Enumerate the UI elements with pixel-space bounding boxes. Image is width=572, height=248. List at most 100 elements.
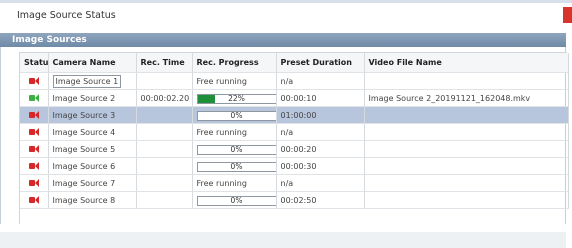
camera-icon [28,179,39,187]
rec-progress-text: Free running [196,76,247,86]
section-header: Image Sources [0,33,566,47]
preset-duration-cell: 00:02:50 [276,191,365,209]
status-cell [20,89,49,107]
camera-name: Image Source 3 [52,110,116,120]
rec-progress-bar: 22% [196,93,275,104]
preset-duration-cell: 00:00:10 [276,89,365,107]
video-file-name-cell [364,191,569,209]
camera-name-cell: Image Source 7 [48,174,137,192]
video-file-name-cell [364,72,569,90]
rec-progress-label: 0% [230,110,243,120]
rec-progress-text: Free running [196,127,247,137]
status-bar [0,232,566,248]
window-top-border [0,0,572,3]
rec-time-cell [136,140,193,158]
rec-progress-cell: 0% [192,157,277,175]
video-file-name-cell [364,174,569,192]
preset-duration-cell: n/a [276,123,365,141]
video-file-name-cell [364,140,569,158]
column-header-video-file-name[interactable]: Video File Name [364,53,569,73]
column-header-status[interactable]: Status [20,53,49,73]
camera-name[interactable]: Image Source 1 [52,74,122,88]
rec-progress-label: 0% [230,144,243,154]
table-row[interactable]: Image Source 6 0% 00:00:30 [20,157,569,175]
rec-time-cell [136,157,193,175]
camera-name-cell: Image Source 5 [48,140,137,158]
rec-time-cell [136,106,193,124]
rec-progress-bar: 0% [196,110,275,121]
status-cell [20,174,49,192]
camera-icon [28,196,39,204]
table-row[interactable]: Image Source 5 0% 00:00:20 [20,140,569,158]
camera-icon [28,145,39,153]
camera-name-cell: Image Source 4 [48,123,137,141]
column-header-camera-name[interactable]: Camera Name [48,53,137,73]
table-row[interactable]: Image Source 4 Free running n/a [20,123,569,141]
camera-name-cell: Image Source 3 [48,106,137,124]
table-row[interactable]: Image Source 2 00:00:02.20 22% 00:00:10 Imag… [20,89,569,107]
rec-progress-bar: 0% [196,144,275,155]
camera-name-cell: Image Source 1 [48,72,137,90]
table-row[interactable]: Image Source 3 0% 01:00:00 [20,106,569,124]
camera-name: Image Source 4 [52,127,116,137]
rec-progress-bar: 0% [196,161,275,172]
rec-progress-cell: Free running [192,174,277,192]
close-icon[interactable] [563,7,572,23]
camera-icon [28,94,39,102]
preset-duration-cell: n/a [276,174,365,192]
rec-progress-label: 0% [230,195,243,205]
rec-progress-cell: Free running [192,123,277,141]
image-sources-panel: Status Camera Name Rec. Time Rec. Progre… [0,47,569,224]
camera-name-cell: Image Source 8 [48,191,137,209]
camera-icon [28,111,39,119]
camera-icon [28,128,39,136]
preset-duration-cell: 00:00:20 [276,140,365,158]
table-row[interactable]: Image Source 7 Free running n/a [20,174,569,192]
image-sources-table: Status Camera Name Rec. Time Rec. Progre… [20,53,569,209]
preset-duration-cell: n/a [276,72,365,90]
status-cell [20,157,49,175]
rec-progress-cell: 22% [192,89,277,107]
camera-name: Image Source 8 [52,195,116,205]
rec-time-cell [136,123,193,141]
camera-name: Image Source 5 [52,144,116,154]
rec-time-cell [136,72,193,90]
preset-duration-cell: 00:00:30 [276,157,365,175]
status-cell [20,72,49,90]
video-file-name-cell [364,106,569,124]
video-file-name-cell [364,123,569,141]
window-title: Image Source Status [17,10,116,21]
status-cell [20,140,49,158]
rec-progress-cell: Free running [192,72,277,90]
camera-icon [28,77,39,85]
column-header-rec-time[interactable]: Rec. Time [136,53,193,73]
video-file-name-cell: Image Source 2_20191121_162048.mkv [364,89,569,107]
rec-progress-label: 0% [230,161,243,171]
camera-name-cell: Image Source 2 [48,89,137,107]
rec-progress-cell: 0% [192,106,277,124]
column-header-preset-duration[interactable]: Preset Duration [276,53,365,73]
camera-name-cell: Image Source 6 [48,157,137,175]
column-header-rec-progress[interactable]: Rec. Progress [192,53,277,73]
status-cell [20,191,49,209]
table-header-row: Status Camera Name Rec. Time Rec. Progre… [20,53,569,73]
camera-icon [28,162,39,170]
status-cell [20,106,49,124]
rec-progress-bar: 0% [196,195,275,206]
table-row[interactable]: Image Source 1 Free running n/a [20,72,569,90]
rec-progress-cell: 0% [192,191,277,209]
preset-duration-cell: 01:00:00 [276,106,365,124]
rec-progress-text: Free running [196,178,247,188]
rec-progress-label: 22% [228,93,245,103]
rec-time-cell: 00:00:02.20 [136,89,193,107]
camera-name: Image Source 2 [52,93,116,103]
camera-name: Image Source 6 [52,161,116,171]
rec-time-cell [136,174,193,192]
rec-time-cell [136,191,193,209]
camera-name: Image Source 7 [52,178,116,188]
table-row[interactable]: Image Source 8 0% 00:02:50 [20,191,569,209]
status-cell [20,123,49,141]
rec-progress-cell: 0% [192,140,277,158]
image-sources-grid: Status Camera Name Rec. Time Rec. Progre… [19,52,569,224]
video-file-name-cell [364,157,569,175]
